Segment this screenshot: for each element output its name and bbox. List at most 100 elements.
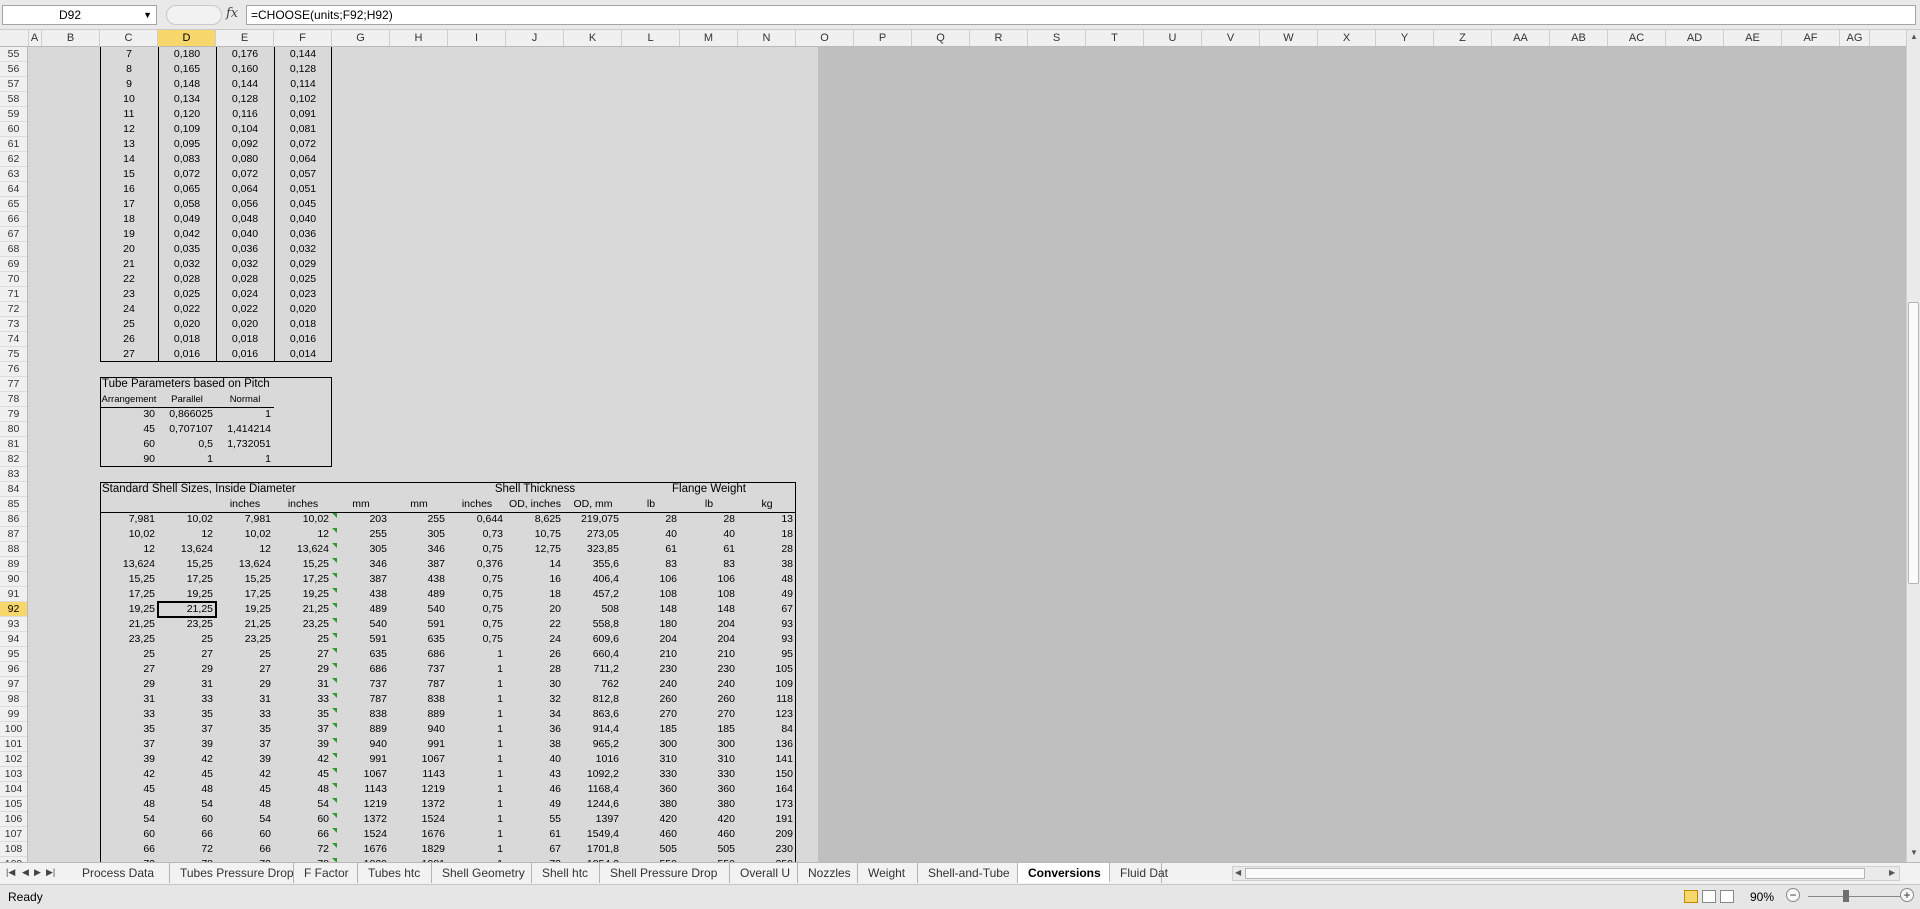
horizontal-scrollbar[interactable]: ◀ ▶ <box>1232 866 1900 881</box>
row-header-58[interactable]: 58 <box>0 92 27 107</box>
scroll-left-icon[interactable]: ◀ <box>1235 868 1241 877</box>
row-header-82[interactable]: 82 <box>0 452 27 467</box>
row-header-87[interactable]: 87 <box>0 527 27 542</box>
column-header-ae[interactable]: AE <box>1724 30 1782 46</box>
sheet-tab-f-factor[interactable]: F Factor <box>294 863 358 883</box>
row-header-101[interactable]: 101 <box>0 737 27 752</box>
error-indicator-icon[interactable] <box>332 768 337 773</box>
error-indicator-icon[interactable] <box>332 693 337 698</box>
column-header-h[interactable]: H <box>390 30 448 46</box>
sheet-tab-nozzles[interactable]: Nozzles <box>798 863 858 883</box>
error-indicator-icon[interactable] <box>332 798 337 803</box>
column-header-z[interactable]: Z <box>1434 30 1492 46</box>
row-header-63[interactable]: 63 <box>0 167 27 182</box>
row-header-98[interactable]: 98 <box>0 692 27 707</box>
row-header-91[interactable]: 91 <box>0 587 27 602</box>
error-indicator-icon[interactable] <box>332 618 337 623</box>
column-header-ag[interactable]: AG <box>1840 30 1870 46</box>
sheet-tab-process-data[interactable]: Process Data <box>72 863 170 883</box>
zoom-out-icon[interactable]: − <box>1786 888 1800 902</box>
row-header-80[interactable]: 80 <box>0 422 27 437</box>
column-header-w[interactable]: W <box>1260 30 1318 46</box>
row-header-65[interactable]: 65 <box>0 197 27 212</box>
row-header-107[interactable]: 107 <box>0 827 27 842</box>
row-header-72[interactable]: 72 <box>0 302 27 317</box>
sheet-tab-overall-u[interactable]: Overall U <box>730 863 798 883</box>
select-all-corner[interactable] <box>0 30 29 46</box>
row-header-68[interactable]: 68 <box>0 242 27 257</box>
row-header-56[interactable]: 56 <box>0 62 27 77</box>
row-header-64[interactable]: 64 <box>0 182 27 197</box>
row-header-71[interactable]: 71 <box>0 287 27 302</box>
prev-sheet-icon[interactable]: ◀ <box>22 867 29 878</box>
row-header-57[interactable]: 57 <box>0 77 27 92</box>
error-indicator-icon[interactable] <box>332 753 337 758</box>
row-header-74[interactable]: 74 <box>0 332 27 347</box>
error-indicator-icon[interactable] <box>332 603 337 608</box>
column-header-ac[interactable]: AC <box>1608 30 1666 46</box>
sheet-tab-tubes-pressure-drop[interactable]: Tubes Pressure Drop <box>170 863 294 883</box>
row-header-79[interactable]: 79 <box>0 407 27 422</box>
row-header-94[interactable]: 94 <box>0 632 27 647</box>
sheet-tab-shell-geometry[interactable]: Shell Geometry <box>432 863 532 883</box>
column-header-i[interactable]: I <box>448 30 506 46</box>
error-indicator-icon[interactable] <box>332 708 337 713</box>
sheet-tab-shell-and-tube[interactable]: Shell-and-Tube <box>918 863 1018 883</box>
column-header-q[interactable]: Q <box>912 30 970 46</box>
column-header-af[interactable]: AF <box>1782 30 1840 46</box>
sheet-tab-shell-pressure-drop[interactable]: Shell Pressure Drop <box>600 863 730 883</box>
error-indicator-icon[interactable] <box>332 558 337 563</box>
error-indicator-icon[interactable] <box>332 813 337 818</box>
column-header-n[interactable]: N <box>738 30 796 46</box>
row-header-89[interactable]: 89 <box>0 557 27 572</box>
sheet-tab-shell-htc[interactable]: Shell htc <box>532 863 600 883</box>
next-sheet-icon[interactable]: ▶ <box>34 867 41 878</box>
page-layout-view-icon[interactable] <box>1702 890 1716 903</box>
zoom-slider-thumb[interactable] <box>1843 890 1849 902</box>
error-indicator-icon[interactable] <box>332 588 337 593</box>
column-header-g[interactable]: G <box>332 30 390 46</box>
error-indicator-icon[interactable] <box>332 843 337 848</box>
row-header-83[interactable]: 83 <box>0 467 27 482</box>
column-header-t[interactable]: T <box>1086 30 1144 46</box>
column-header-k[interactable]: K <box>564 30 622 46</box>
error-indicator-icon[interactable] <box>332 828 337 833</box>
column-header-c[interactable]: C <box>100 30 158 46</box>
selected-cell-border[interactable] <box>157 601 217 618</box>
row-header-67[interactable]: 67 <box>0 227 27 242</box>
formula-input[interactable]: =CHOOSE(units;F92;H92) <box>246 5 1916 25</box>
row-header-85[interactable]: 85 <box>0 497 27 512</box>
row-header-69[interactable]: 69 <box>0 257 27 272</box>
scroll-down-icon[interactable]: ▼ <box>1910 848 1918 857</box>
horizontal-scroll-thumb[interactable] <box>1245 868 1865 879</box>
error-indicator-icon[interactable] <box>332 513 337 518</box>
row-header-76[interactable]: 76 <box>0 362 27 377</box>
row-header-62[interactable]: 62 <box>0 152 27 167</box>
column-header-s[interactable]: S <box>1028 30 1086 46</box>
row-header-61[interactable]: 61 <box>0 137 27 152</box>
sheet-tab-fluid-dat[interactable]: Fluid Dat <box>1110 863 1168 883</box>
row-header-92[interactable]: 92 <box>0 602 27 617</box>
row-header-104[interactable]: 104 <box>0 782 27 797</box>
row-header-84[interactable]: 84 <box>0 482 27 497</box>
error-indicator-icon[interactable] <box>332 663 337 668</box>
column-header-ab[interactable]: AB <box>1550 30 1608 46</box>
row-header-60[interactable]: 60 <box>0 122 27 137</box>
column-header-u[interactable]: U <box>1144 30 1202 46</box>
row-header-66[interactable]: 66 <box>0 212 27 227</box>
row-header-103[interactable]: 103 <box>0 767 27 782</box>
column-header-f[interactable]: F <box>274 30 332 46</box>
error-indicator-icon[interactable] <box>332 573 337 578</box>
column-header-l[interactable]: L <box>622 30 680 46</box>
sheet-tab-tubes-htc[interactable]: Tubes htc <box>358 863 432 883</box>
row-header-106[interactable]: 106 <box>0 812 27 827</box>
vertical-scrollbar[interactable]: ▲ ▼ <box>1906 30 1920 862</box>
column-header-ad[interactable]: AD <box>1666 30 1724 46</box>
column-header-j[interactable]: J <box>506 30 564 46</box>
row-header-70[interactable]: 70 <box>0 272 27 287</box>
column-header-a[interactable]: A <box>28 30 42 46</box>
row-header-105[interactable]: 105 <box>0 797 27 812</box>
row-header-93[interactable]: 93 <box>0 617 27 632</box>
error-indicator-icon[interactable] <box>332 783 337 788</box>
column-header-m[interactable]: M <box>680 30 738 46</box>
